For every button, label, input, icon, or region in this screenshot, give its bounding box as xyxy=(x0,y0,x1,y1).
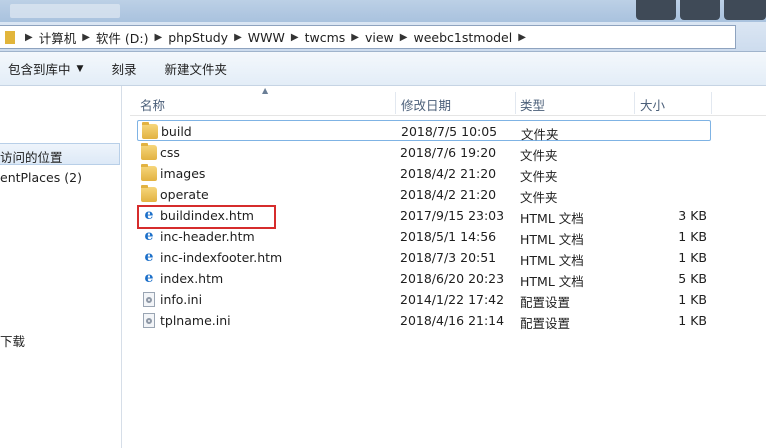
file-type: HTML 文档 xyxy=(520,211,584,226)
file-name: inc-indexfooter.htm xyxy=(160,250,283,265)
breadcrumb-twcms[interactable]: ▶ twcms xyxy=(285,30,345,45)
column-header: ▲ 名称 修改日期 类型 大小 xyxy=(130,86,766,116)
breadcrumb-view[interactable]: ▶ view xyxy=(345,30,394,45)
folder-icon xyxy=(142,122,158,139)
file-row[interactable]: css 2018/7/6 19:20 文件夹 xyxy=(137,142,711,163)
file-type: 文件夹 xyxy=(520,169,558,184)
column-type[interactable]: 类型 xyxy=(520,95,545,114)
file-name: operate xyxy=(160,187,209,202)
burn-button[interactable]: 刻录 xyxy=(111,59,136,78)
ie-html-icon: e xyxy=(144,228,154,244)
file-size: 1 KB xyxy=(678,313,707,328)
command-toolbar: 包含到库中 ▼ 刻录 新建文件夹 xyxy=(0,52,766,86)
ie-html-icon: e xyxy=(144,270,154,286)
file-name: index.htm xyxy=(160,271,224,286)
new-folder-button[interactable]: 新建文件夹 xyxy=(164,59,227,78)
breadcrumb-weebc1stmodel[interactable]: ▶ weebc1stmodel ▶ xyxy=(394,30,532,45)
file-row[interactable]: operate 2018/4/2 21:20 文件夹 xyxy=(137,184,711,205)
minimize-button[interactable] xyxy=(636,0,676,20)
file-type: HTML 文档 xyxy=(520,253,584,268)
column-divider[interactable] xyxy=(395,92,396,114)
file-row[interactable]: info.ini 2014/1/22 17:42 配置设置 1 KB xyxy=(137,289,711,310)
file-name: tplname.ini xyxy=(160,313,231,328)
window-title-blur xyxy=(10,4,120,18)
file-date: 2018/4/2 21:20 xyxy=(400,187,497,202)
ini-settings-icon xyxy=(143,313,155,328)
file-size: 3 KB xyxy=(678,208,707,223)
column-name[interactable]: 名称 xyxy=(140,95,165,114)
close-button[interactable] xyxy=(724,0,766,20)
file-date: 2014/1/22 17:42 xyxy=(400,292,505,307)
address-bar[interactable]: ▶ 计算机 ▶ 软件 (D:) ▶ phpStudy ▶ WWW ▶ twcms ▶ vie… xyxy=(0,25,736,49)
ini-settings-icon xyxy=(143,292,155,307)
file-name: css xyxy=(160,145,180,160)
file-type: 文件夹 xyxy=(521,127,559,142)
column-modified[interactable]: 修改日期 xyxy=(401,95,451,114)
folder-icon xyxy=(141,143,157,160)
file-name: info.ini xyxy=(160,292,203,307)
ie-html-icon: e xyxy=(144,249,154,265)
file-size: 1 KB xyxy=(678,229,707,244)
file-name: images xyxy=(160,166,206,181)
file-date: 2018/4/2 21:20 xyxy=(400,166,497,181)
file-date: 2018/5/1 14:56 xyxy=(400,229,497,244)
column-divider[interactable] xyxy=(634,92,635,114)
window-title-bar xyxy=(0,0,766,22)
nav-recent-places-en[interactable]: entPlaces (2) xyxy=(0,170,82,185)
file-type: 文件夹 xyxy=(520,148,558,163)
folder-icon xyxy=(5,30,15,44)
sort-ascending-icon: ▲ xyxy=(262,86,269,95)
file-size: 5 KB xyxy=(678,271,707,286)
file-date: 2018/7/5 10:05 xyxy=(401,124,498,139)
navigation-pane: 访问的位置 entPlaces (2) 下载 xyxy=(0,86,122,448)
include-in-library-button[interactable]: 包含到库中 ▼ xyxy=(8,59,83,78)
file-row[interactable]: e index.htm 2018/6/20 20:23 HTML 文档 5 KB xyxy=(137,268,711,289)
folder-icon xyxy=(141,185,157,202)
file-type: HTML 文档 xyxy=(520,274,584,289)
nav-downloads[interactable]: 下载 xyxy=(0,331,25,350)
breadcrumb-phpstudy[interactable]: ▶ phpStudy xyxy=(149,30,229,45)
nav-recent-places[interactable]: 访问的位置 xyxy=(0,143,120,165)
include-in-library-label: 包含到库中 xyxy=(8,62,71,77)
file-type: 文件夹 xyxy=(520,190,558,205)
file-row[interactable]: build 2018/7/5 10:05 文件夹 xyxy=(137,120,711,142)
file-type: 配置设置 xyxy=(520,295,571,310)
file-size: 1 KB xyxy=(678,292,707,307)
chevron-down-icon: ▼ xyxy=(76,63,84,74)
file-row[interactable]: e inc-header.htm 2018/5/1 14:56 HTML 文档 … xyxy=(137,226,711,247)
file-type: 配置设置 xyxy=(520,316,571,331)
address-bar-row: ▶ 计算机 ▶ 软件 (D:) ▶ phpStudy ▶ WWW ▶ twcms ▶ vie… xyxy=(0,22,766,52)
file-date: 2018/7/6 19:20 xyxy=(400,145,497,160)
file-date: 2017/9/15 23:03 xyxy=(400,208,505,223)
file-size: 1 KB xyxy=(678,250,707,265)
breadcrumb-www[interactable]: ▶ WWW xyxy=(228,30,285,45)
file-name: build xyxy=(161,124,192,139)
maximize-button[interactable] xyxy=(680,0,720,20)
file-date: 2018/4/16 21:14 xyxy=(400,313,505,328)
file-date: 2018/7/3 20:51 xyxy=(400,250,497,265)
breadcrumb-computer[interactable]: ▶ 计算机 xyxy=(19,28,76,47)
file-name: inc-header.htm xyxy=(160,229,255,244)
annotation-highlight-box xyxy=(137,205,276,229)
file-row[interactable]: images 2018/4/2 21:20 文件夹 xyxy=(137,163,711,184)
file-row[interactable]: e inc-indexfooter.htm 2018/7/3 20:51 HTM… xyxy=(137,247,711,268)
file-row[interactable]: tplname.ini 2018/4/16 21:14 配置设置 1 KB xyxy=(137,310,711,331)
breadcrumb-drive-d[interactable]: ▶ 软件 (D:) xyxy=(76,28,148,47)
column-divider[interactable] xyxy=(515,92,516,114)
column-size[interactable]: 大小 xyxy=(640,95,665,114)
file-date: 2018/6/20 20:23 xyxy=(400,271,505,286)
file-type: HTML 文档 xyxy=(520,232,584,247)
column-divider[interactable] xyxy=(711,92,712,114)
folder-icon xyxy=(141,164,157,181)
